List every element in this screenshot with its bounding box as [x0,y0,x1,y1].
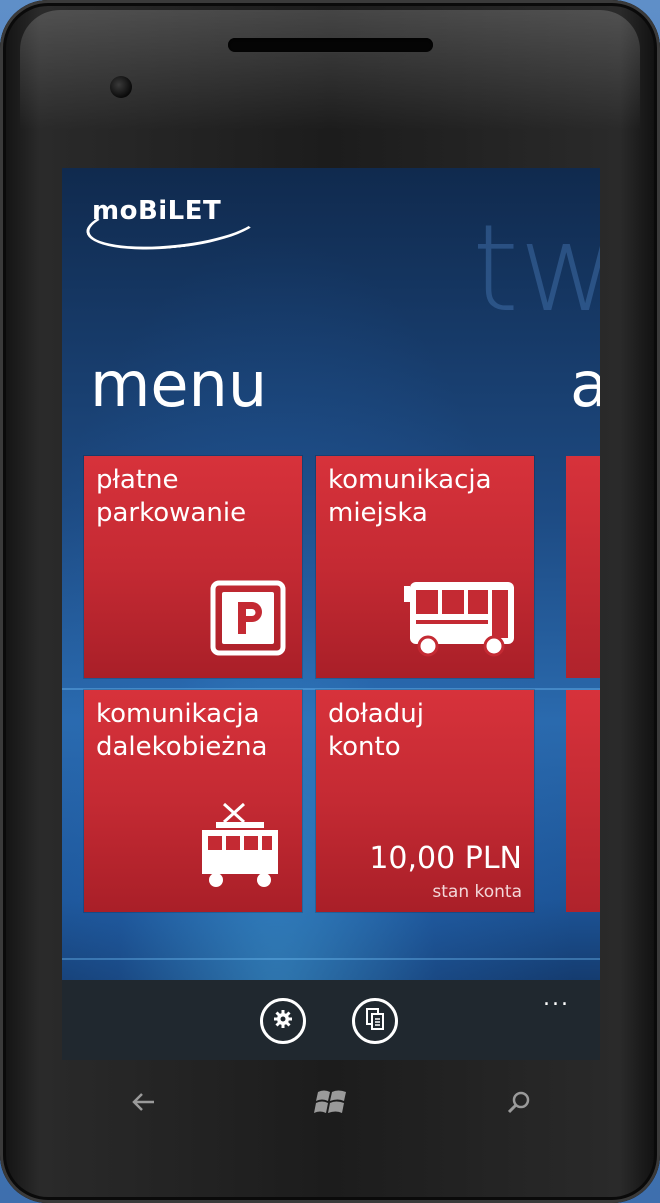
settings-icon [273,1009,293,1033]
phone-frame: moBiLET tw menu a płatne parkowanie komu… [0,0,660,1203]
tile-city-transport[interactable]: komunikacja miejska [316,456,534,678]
front-camera [110,76,132,98]
back-key[interactable] [130,1090,158,1118]
search-icon [506,1091,532,1120]
account-balance: 10,00 PLN [369,841,522,876]
windows-start-icon [314,1090,350,1122]
app-screen: moBiLET tw menu a płatne parkowanie komu… [62,168,600,1060]
back-icon [130,1093,158,1118]
page-title: menu [90,348,268,421]
panorama-background-title: tw [472,200,600,339]
settings-button[interactable] [260,998,306,1044]
background-glow-line [62,958,600,960]
parking-icon [210,580,286,660]
train-icon [194,800,286,896]
tile-top-up-account[interactable]: doładuj konto 10,00 PLN stan konta [316,690,534,912]
tile-label: komunikacja miejska [328,465,492,528]
tickets-button[interactable] [352,998,398,1044]
tile-long-distance[interactable]: komunikacja dalekobieżna [84,690,302,912]
more-options-button[interactable]: ... [543,986,570,1011]
tile-label: doładuj konto [328,699,424,762]
bus-icon [402,578,522,664]
tile-paid-parking[interactable]: płatne parkowanie [84,456,302,678]
tickets-icon [365,1008,385,1034]
start-key[interactable] [314,1086,350,1122]
application-bar: ... [62,980,600,1060]
earpiece-speaker [228,38,433,52]
app-logo: moBiLET [92,196,222,226]
next-section-tile[interactable] [566,690,600,912]
next-panorama-title[interactable]: a [570,354,600,416]
tile-label: komunikacja dalekobieżna [96,699,268,762]
tile-label: płatne parkowanie [96,465,247,528]
search-key[interactable] [506,1090,532,1120]
account-balance-caption: stan konta [432,882,522,902]
next-section-tile[interactable] [566,456,600,678]
